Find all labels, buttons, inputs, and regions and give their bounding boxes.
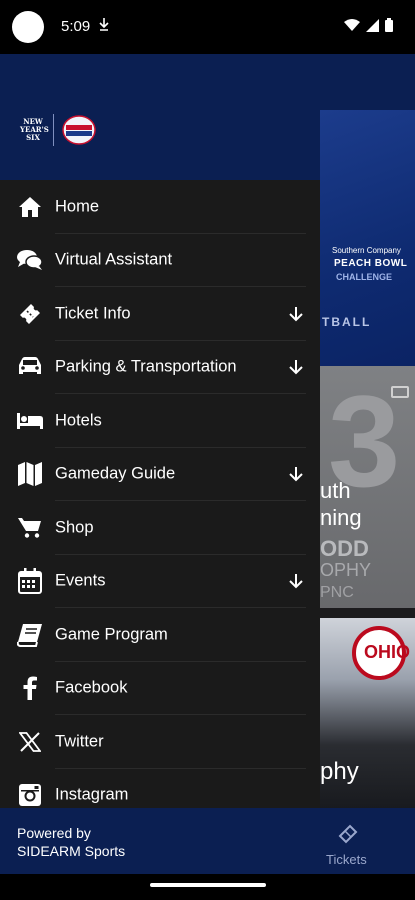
menu-item-game-program[interactable]: Game Program	[0, 608, 320, 662]
card-photo-text: phy	[320, 758, 359, 785]
cart-icon	[17, 515, 43, 541]
chat-icon	[17, 247, 43, 273]
hero-text: TBALL	[322, 315, 372, 329]
card-text-line3: ODD	[320, 536, 369, 561]
menu-item-label: Facebook	[55, 678, 128, 697]
calendar-icon	[17, 568, 43, 595]
menu-item-label: Home	[55, 197, 100, 216]
menu-item-shop[interactable]: Shop	[0, 501, 320, 555]
hero-brand-line1: Southern Company	[332, 246, 401, 255]
drawer-header: NEW YEAR'S SIX	[0, 54, 320, 180]
menu-item-hotels[interactable]: Hotels	[0, 394, 320, 448]
menu-item-label: Gameday Guide	[55, 464, 176, 483]
expand-arrow-icon[interactable]	[286, 464, 306, 484]
x-twitter-icon	[17, 729, 43, 755]
menu-item-label: Hotels	[55, 411, 102, 430]
camera-icon	[391, 386, 409, 398]
status-time: 5:09	[61, 18, 91, 35]
menu-item-label: Shop	[55, 518, 94, 537]
wifi-icon	[344, 19, 360, 31]
menu-item-home[interactable]: Home	[0, 180, 320, 234]
expand-arrow-icon[interactable]	[286, 571, 306, 591]
book-icon	[17, 622, 43, 648]
system-icons	[344, 18, 393, 32]
drawer-footer: Powered by SIDEARM Sports	[0, 808, 320, 874]
peach-bowl-logo	[61, 114, 97, 146]
navigation-drawer: NEW YEAR'S SIX Home Virtual Assistant Ti…	[0, 54, 320, 874]
menu-item-virtual-assistant[interactable]: Virtual Assistant	[0, 234, 320, 287]
card-text-line5: PNC	[320, 584, 354, 601]
menu-item-twitter[interactable]: Twitter	[0, 715, 320, 769]
menu-item-events[interactable]: Events	[0, 555, 320, 608]
powered-by-label: Powered by	[17, 825, 91, 841]
menu-item-label: Instagram	[55, 785, 129, 804]
card-text-line1: uth	[320, 478, 351, 503]
bed-icon	[17, 408, 43, 434]
new-years-six-logo: NEW YEAR'S SIX	[20, 114, 97, 146]
new-years-six-wordmark: NEW YEAR'S SIX	[20, 117, 49, 142]
menu-item-gameday-guide[interactable]: Gameday Guide	[0, 448, 320, 501]
signal-icon	[366, 18, 379, 32]
status-bar: 5:09	[0, 0, 415, 54]
expand-arrow-icon[interactable]	[286, 357, 306, 377]
menu-item-label: Ticket Info	[55, 304, 131, 323]
home-gesture-handle[interactable]	[150, 883, 266, 887]
car-icon	[17, 354, 43, 380]
drawer-menu: Home Virtual Assistant Ticket Info Parki…	[0, 180, 320, 822]
logo-divider	[53, 114, 54, 146]
background-tab-bar: Tickets	[320, 808, 415, 874]
gesture-nav-bar	[0, 874, 415, 900]
hero-brand-line2: PEACH BOWL	[334, 258, 408, 269]
ticket-icon	[17, 301, 43, 327]
background-content: Southern Company PEACH BOWL CHALLENGE TB…	[320, 54, 415, 874]
ticket-tab-icon	[336, 822, 360, 851]
menu-item-label: Virtual Assistant	[55, 250, 173, 269]
map-icon	[17, 461, 43, 487]
camera-cutout	[12, 11, 44, 43]
menu-item-facebook[interactable]: Facebook	[0, 662, 320, 715]
card-text-line4: OPHY	[320, 560, 372, 580]
battery-icon	[385, 18, 393, 32]
background-photo-card[interactable]: OHIO phy	[320, 618, 415, 823]
tab-tickets[interactable]: Tickets	[326, 852, 367, 867]
instagram-icon	[17, 782, 43, 808]
background-hero-card[interactable]: Southern Company PEACH BOWL CHALLENGE TB…	[320, 110, 415, 402]
background-news-card[interactable]: 3 uth ning ODD OPHY PNC	[320, 366, 415, 608]
background-top-bar	[320, 54, 415, 110]
menu-item-label: Twitter	[55, 732, 104, 751]
menu-item-label: Game Program	[55, 625, 168, 644]
expand-arrow-icon[interactable]	[286, 304, 306, 324]
facebook-icon	[17, 675, 43, 701]
home-icon	[17, 194, 43, 220]
menu-item-label: Events	[55, 571, 106, 590]
menu-item-ticket-info[interactable]: Ticket Info	[0, 287, 320, 341]
ohio-state-logo: OHIO	[352, 626, 410, 680]
download-icon	[99, 18, 109, 35]
hero-brand-line3: CHALLENGE	[336, 272, 392, 282]
menu-item-parking-transportation[interactable]: Parking & Transportation	[0, 341, 320, 394]
menu-item-label: Parking & Transportation	[55, 357, 237, 376]
sidearm-sports-link[interactable]: SIDEARM Sports	[17, 843, 125, 859]
card-text-line2: ning	[320, 505, 362, 530]
